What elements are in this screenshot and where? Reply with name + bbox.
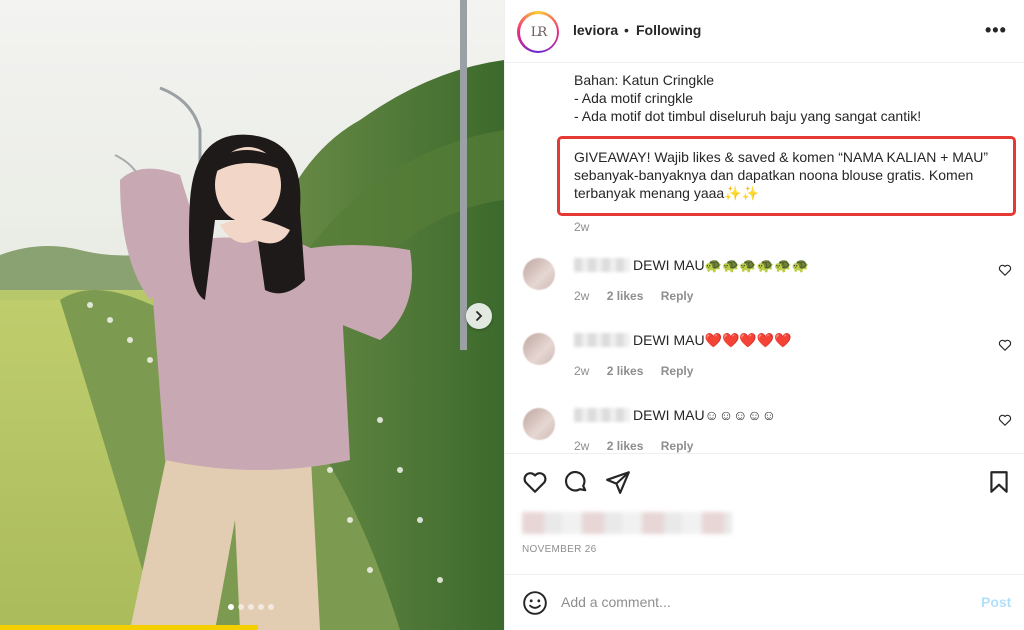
caption-timestamp: 2w	[574, 220, 590, 234]
comment-timestamp: 2w	[574, 439, 590, 453]
carousel-dot	[228, 604, 234, 610]
avatar[interactable]: LR	[517, 11, 559, 53]
blurred-username	[574, 258, 630, 272]
commenter-avatar[interactable]	[523, 258, 555, 290]
post-date: NOVEMBER 26	[522, 544, 597, 555]
carousel-indicator	[228, 604, 274, 610]
comment-likes[interactable]: 2 likes	[607, 439, 644, 453]
comment-like-icon[interactable]	[998, 338, 1012, 352]
carousel-dot	[258, 604, 264, 610]
brand-logo: LR	[530, 24, 547, 40]
comment-item: DEWI MAU☺☺☺☺☺ 2w 2 likes Reply	[505, 407, 1024, 453]
paper-plane-icon[interactable]	[605, 469, 631, 495]
blurred-username	[574, 408, 630, 422]
caption-text: Bahan: Katun Cringkle - Ada motif cringk…	[574, 71, 921, 125]
separator-dot: •	[624, 22, 629, 38]
comment-item: DEWI MAU❤️❤️❤️❤️❤️ 2w 2 likes Reply	[505, 332, 1024, 395]
comment-text: DEWI MAU🐢🐢🐢🐢🐢🐢	[633, 257, 810, 273]
add-comment-bar: Post	[505, 574, 1024, 630]
post-details-panel: LR leviora • Following ••• Bahan: Katun …	[504, 0, 1024, 630]
post-comment-button[interactable]: Post	[981, 594, 1011, 610]
carousel-dot	[238, 604, 244, 610]
more-options-button[interactable]: •••	[985, 20, 1007, 41]
comment-timestamp: 2w	[574, 289, 590, 303]
comment-item: DEWI MAU🐢🐢🐢🐢🐢🐢 2w 2 likes Reply	[505, 257, 1024, 320]
caption-line: Bahan: Katun Cringkle	[574, 72, 715, 88]
comment-meta: 2w 2 likes Reply	[574, 364, 707, 378]
smiley-icon[interactable]	[522, 590, 548, 616]
caption-line: - Ada motif dot timbul diseluruh baju ya…	[574, 108, 922, 124]
comment-meta: 2w 2 likes Reply	[574, 289, 707, 303]
bookmark-icon[interactable]	[986, 469, 1012, 495]
comment-timestamp: 2w	[574, 364, 590, 378]
carousel-dot	[248, 604, 254, 610]
comment-input[interactable]	[561, 590, 961, 614]
blurred-username	[574, 333, 630, 347]
commenter-avatar[interactable]	[523, 333, 555, 365]
comment-text: DEWI MAU☺☺☺☺☺	[633, 407, 777, 423]
reply-button[interactable]: Reply	[661, 439, 694, 453]
reply-button[interactable]: Reply	[661, 364, 694, 378]
post-header: LR leviora • Following •••	[505, 0, 1024, 63]
comment-like-icon[interactable]	[998, 413, 1012, 427]
comment-meta: 2w 2 likes Reply	[574, 439, 707, 453]
comment-likes[interactable]: 2 likes	[607, 289, 644, 303]
blurred-likes-summary	[522, 512, 732, 534]
caption-line: - Ada motif cringkle	[574, 90, 694, 106]
username-link[interactable]: leviora	[573, 22, 618, 38]
following-button[interactable]: Following	[636, 22, 701, 38]
bottom-accent-bar	[0, 625, 258, 630]
commenter-avatar[interactable]	[523, 408, 555, 440]
heart-icon[interactable]	[522, 469, 548, 495]
post-photo	[0, 0, 504, 630]
carousel-dot	[268, 604, 274, 610]
comments-section[interactable]: Bahan: Katun Cringkle - Ada motif cringk…	[505, 63, 1024, 453]
post-actions: NOVEMBER 26	[505, 453, 1024, 573]
comment-like-icon[interactable]	[998, 263, 1012, 277]
carousel-next-button[interactable]	[466, 303, 492, 329]
reply-button[interactable]: Reply	[661, 289, 694, 303]
giveaway-text: GIVEAWAY! Wajib likes & saved & komen “N…	[574, 149, 989, 201]
comment-text: DEWI MAU❤️❤️❤️❤️❤️	[633, 332, 792, 348]
chevron-right-icon	[476, 311, 483, 321]
comment-icon[interactable]	[563, 469, 589, 495]
comment-likes[interactable]: 2 likes	[607, 364, 644, 378]
photo-illustration	[0, 0, 504, 630]
